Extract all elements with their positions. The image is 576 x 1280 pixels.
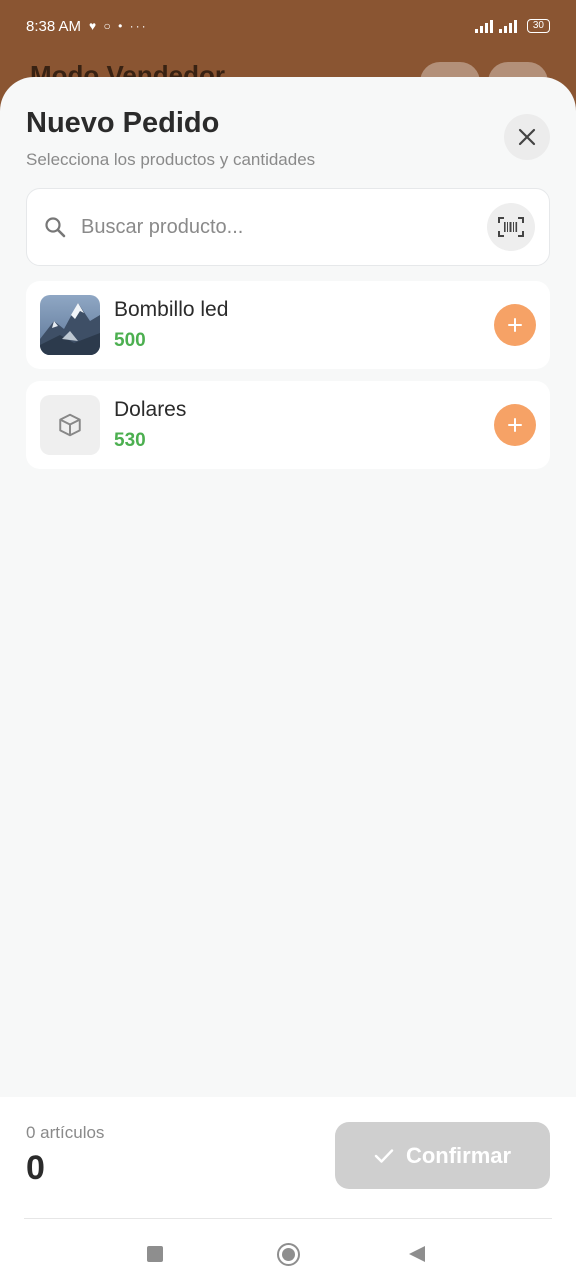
close-icon bbox=[518, 128, 536, 146]
product-item[interactable]: Bombillo led 500 bbox=[26, 281, 550, 369]
signal-icon bbox=[474, 19, 493, 33]
barcode-scan-button[interactable] bbox=[487, 203, 535, 251]
box-icon bbox=[59, 413, 81, 437]
close-button[interactable] bbox=[504, 114, 550, 160]
new-order-sheet: Nuevo Pedido Selecciona los productos y … bbox=[0, 77, 576, 1280]
plus-icon bbox=[508, 318, 522, 332]
product-item[interactable]: Dolares 530 bbox=[26, 381, 550, 469]
search-input[interactable] bbox=[81, 215, 487, 239]
status-time: 8:38 AM bbox=[26, 17, 82, 35]
signal-icon bbox=[498, 19, 517, 33]
barcode-scan-icon bbox=[498, 217, 524, 237]
product-price: 530 bbox=[114, 430, 146, 451]
order-footer: 0 artículos 0 Confirmar bbox=[0, 1097, 576, 1280]
product-thumbnail-placeholder bbox=[40, 395, 100, 455]
search-bar bbox=[26, 188, 550, 266]
item-count: 0 artículos bbox=[26, 1123, 105, 1142]
divider bbox=[24, 1218, 552, 1219]
back-button[interactable] bbox=[409, 1246, 425, 1262]
sheet-header: Nuevo Pedido Selecciona los productos y … bbox=[26, 107, 315, 170]
product-thumbnail-mountain-photo bbox=[40, 295, 100, 355]
product-name: Bombillo led bbox=[114, 298, 229, 321]
battery-icon: 30 bbox=[526, 19, 550, 33]
recent-apps-button[interactable] bbox=[147, 1246, 163, 1262]
home-button[interactable] bbox=[277, 1243, 300, 1266]
search-icon bbox=[43, 215, 67, 239]
confirm-button[interactable]: Confirmar bbox=[335, 1122, 550, 1189]
product-name: Dolares bbox=[114, 398, 187, 421]
add-product-button[interactable] bbox=[494, 304, 536, 346]
add-product-button[interactable] bbox=[494, 404, 536, 446]
check-icon bbox=[374, 1148, 394, 1163]
sheet-subtitle: Selecciona los productos y cantidades bbox=[26, 150, 316, 169]
status-notification-icons: ♥ ○ • ··· bbox=[89, 19, 148, 33]
system-nav-bar bbox=[0, 1233, 576, 1277]
status-bar: 8:38 AM ♥ ○ • ··· 30 bbox=[0, 0, 576, 52]
sheet-title: Nuevo Pedido bbox=[26, 107, 220, 139]
product-price: 500 bbox=[114, 330, 146, 351]
confirm-label: Confirmar bbox=[405, 1142, 512, 1168]
plus-icon bbox=[508, 418, 522, 432]
order-total: 0 bbox=[26, 1149, 45, 1187]
